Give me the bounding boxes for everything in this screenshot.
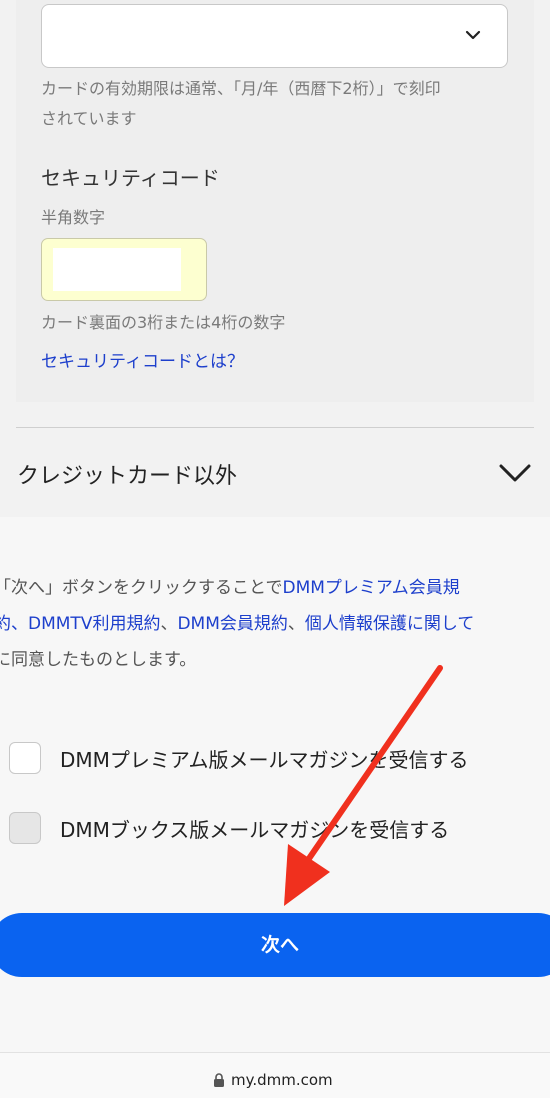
privacy-link[interactable]: 個人情報保護に関して [305, 614, 475, 634]
chevron-down-icon [499, 464, 531, 482]
newsletter-premium-label: DMMプレミアム版メールマガジンを受信する [60, 747, 469, 772]
security-code-help-link[interactable]: セキュリティコードとは？ [41, 347, 244, 372]
terms-text: に同意したものとします。 [0, 650, 197, 670]
dmm-member-terms-link[interactable]: DMM会員規約 [177, 614, 287, 634]
security-code-label: セキュリティコード [41, 166, 220, 190]
security-code-note: カード裏面の3桁または4桁の数字 [41, 313, 286, 332]
newsletter-books-label: DMMブックス版メールマガジンを受信する [60, 817, 450, 842]
other-payment-accordion[interactable]: クレジットカード以外 [0, 428, 550, 517]
lock-icon [214, 1073, 224, 1087]
chevron-down-icon [465, 30, 481, 40]
newsletter-premium-option[interactable]: DMMプレミアム版メールマガジンを受信する [9, 741, 469, 775]
terms-text: 「次へ」ボタンをクリックすることで [0, 578, 283, 598]
newsletter-books-checkbox[interactable] [9, 812, 41, 844]
terms-agreement-text: 「次へ」ボタンをクリックすることでDMMプレミアム会員規 約、DMMTV利用規約… [0, 570, 550, 678]
security-code-value [53, 248, 181, 291]
browser-address-bar[interactable]: my.dmm.com [0, 1052, 550, 1098]
premium-terms-link[interactable]: DMMプレミアム会員規 [283, 578, 460, 598]
url-text: my.dmm.com [231, 1071, 333, 1089]
expiry-note-line: カードの有効期限は通常、「月/年（西暦下2桁）」で刻印 [41, 79, 441, 98]
newsletter-premium-checkbox[interactable] [9, 742, 41, 774]
confirmation-section: 「次へ」ボタンをクリックすることでDMMプレミアム会員規 約、DMMTV利用規約… [0, 517, 550, 1052]
newsletter-books-option[interactable]: DMMブックス版メールマガジンを受信する [9, 811, 449, 845]
security-code-hint: 半角数字 [41, 208, 106, 227]
other-payment-label: クレジットカード以外 [17, 464, 238, 489]
next-button[interactable]: 次へ [0, 913, 550, 977]
terms-separator: 、 [287, 614, 305, 634]
security-code-input[interactable] [41, 238, 207, 301]
expiry-note: カードの有効期限は通常、「月/年（西暦下2桁）」で刻印 されています [41, 74, 521, 134]
dmmtv-terms-link[interactable]: 約、DMMTV利用規約 [0, 614, 160, 634]
expiry-year-select[interactable] [41, 4, 508, 68]
expiry-note-line: されています [41, 109, 137, 128]
terms-separator: 、 [160, 614, 178, 634]
